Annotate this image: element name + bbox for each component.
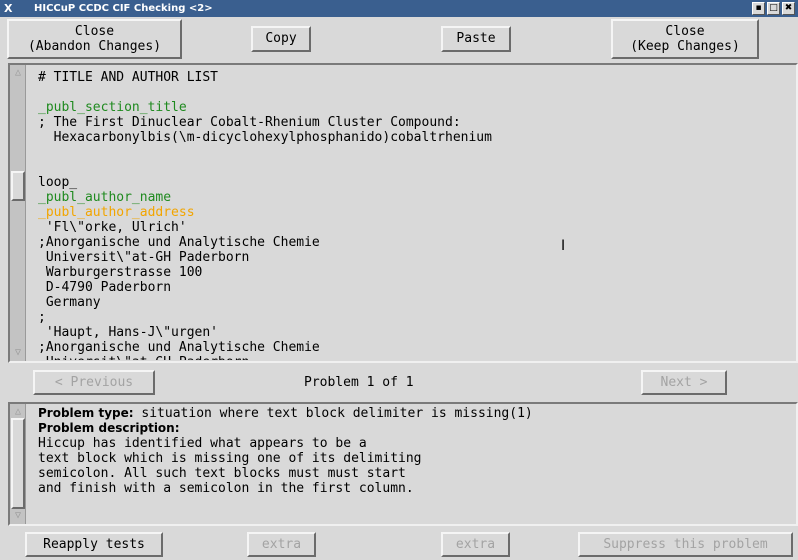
suppress-problem-button[interactable]: Suppress this problem (578, 532, 793, 557)
problem-description-line: text block which is missing one of its d… (38, 451, 422, 466)
problem-type-value: situation where text block delimiter is … (133, 406, 533, 421)
minimize-icon[interactable]: ▪ (752, 2, 765, 15)
copy-button[interactable]: Copy (251, 26, 311, 52)
next-button[interactable]: Next > (641, 370, 727, 395)
editor-line: 'Fl\"orke, Ulrich' (38, 220, 187, 235)
editor-line: Germany (38, 295, 101, 310)
cif-editor-pane: △ ▽ # TITLE AND AUTHOR LIST _publ_section… (8, 63, 798, 363)
editor-line: Universit\"at-GH Paderborn (38, 355, 793, 360)
problem-type-row: Problem type: situation where text block… (38, 406, 793, 421)
close-keep-label-2: (Keep Changes) (630, 39, 740, 54)
editor-line: Warburgerstrasse 100 (38, 265, 203, 280)
close-abandon-label-2: (Abandon Changes) (27, 39, 162, 54)
editor-line: D-4790 Paderborn (38, 280, 172, 295)
extra-button-1[interactable]: extra (247, 532, 316, 557)
editor-line: Universit\"at-GH Paderborn (38, 250, 250, 265)
problem-description-line: and finish with a semicolon in the first… (38, 481, 414, 496)
scroll-down-arrow-icon[interactable]: ▽ (12, 510, 24, 522)
extra-button-2[interactable]: extra (441, 532, 510, 557)
editor-line: _publ_section_title (38, 100, 187, 115)
close-abandon-label-1: Close (74, 24, 115, 39)
editor-line: ;Anorganische und Analytische Chemie (38, 235, 320, 250)
maximize-icon[interactable]: □ (767, 2, 780, 15)
problem-scrollbar[interactable]: △ ▽ (10, 404, 26, 524)
editor-line: ;Anorganische und Analytische Chemie (38, 340, 320, 355)
paste-button[interactable]: Paste (441, 26, 511, 52)
reapply-tests-button[interactable]: Reapply tests (25, 532, 163, 557)
scroll-up-arrow-icon[interactable]: △ (12, 406, 24, 418)
cif-text-editor[interactable]: # TITLE AND AUTHOR LIST _publ_section_tit… (38, 70, 793, 360)
problem-description-label: Problem description: (38, 421, 180, 435)
scroll-down-arrow-icon[interactable]: ▽ (12, 347, 24, 359)
close-icon[interactable]: ✖ (782, 2, 795, 15)
problem-counter: Problem 1 of 1 (304, 375, 414, 390)
previous-button[interactable]: < Previous (33, 370, 155, 395)
editor-line: 'Haupt, Hans-J\"urgen' (38, 325, 219, 340)
problem-text: Problem type: situation where text block… (38, 406, 793, 522)
close-keep-label-1: Close (665, 24, 705, 39)
editor-line: loop_ (38, 175, 78, 190)
editor-line: Hexacarbonylbis(\m-dicyclohexylphosphani… (38, 130, 492, 145)
scroll-up-arrow-icon[interactable]: △ (12, 67, 24, 79)
window-title: HICCuP CCDC CIF Checking <2> (34, 3, 213, 14)
x-logo-icon: X (4, 2, 12, 15)
problem-description-line: Hiccup has identified what appears to be… (38, 436, 367, 451)
editor-line: # TITLE AND AUTHOR LIST (38, 70, 219, 85)
editor-line: ; The First Dinuclear Cobalt-Rhenium Clu… (38, 115, 461, 130)
editor-line: _publ_author_address (38, 205, 195, 220)
close-abandon-button[interactable]: Close (Abandon Changes) (7, 19, 182, 59)
editor-line: _publ_author_name (38, 190, 172, 205)
problem-description-line: semicolon. All such text blocks must mus… (38, 466, 406, 481)
title-bar: X HICCuP CCDC CIF Checking <2> ▪ □ ✖ (0, 0, 798, 17)
scroll-thumb[interactable] (11, 171, 25, 201)
editor-line: ; (38, 310, 46, 325)
problem-type-label: Problem type: (38, 406, 134, 420)
close-keep-button[interactable]: Close (Keep Changes) (611, 19, 759, 59)
text-cursor-icon: I (561, 238, 566, 254)
scroll-thumb[interactable] (11, 418, 25, 509)
window-controls: ▪ □ ✖ (752, 2, 798, 15)
editor-scrollbar[interactable]: △ ▽ (10, 65, 26, 361)
problem-pane: △ ▽ Problem type: situation where text b… (8, 402, 798, 526)
